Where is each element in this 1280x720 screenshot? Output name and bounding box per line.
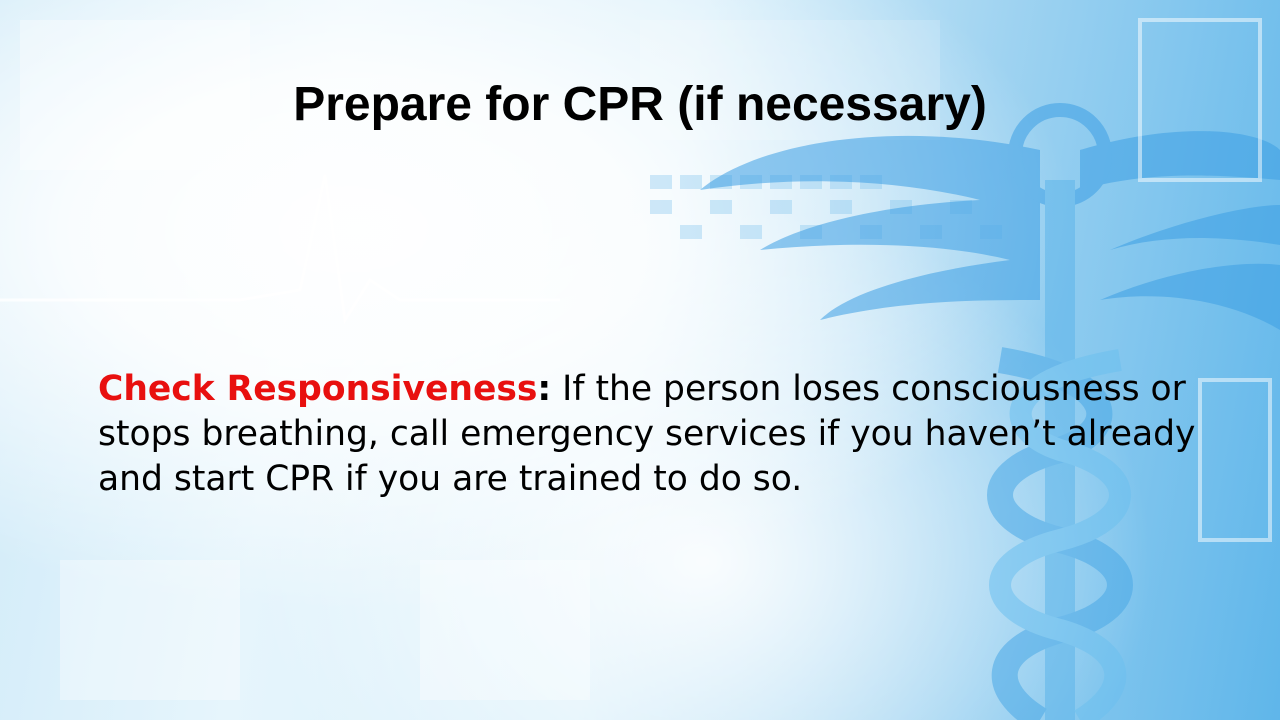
slide-title: Prepare for CPR (if necessary) xyxy=(293,78,987,131)
term-label: Check Responsiveness xyxy=(98,369,538,409)
heartbeat-line xyxy=(0,174,560,325)
body-paragraph: Check Responsiveness: If the person lose… xyxy=(98,367,1198,502)
slide: Prepare for CPR (if necessary) Check Res… xyxy=(0,0,1280,720)
term-separator: : xyxy=(537,369,552,409)
